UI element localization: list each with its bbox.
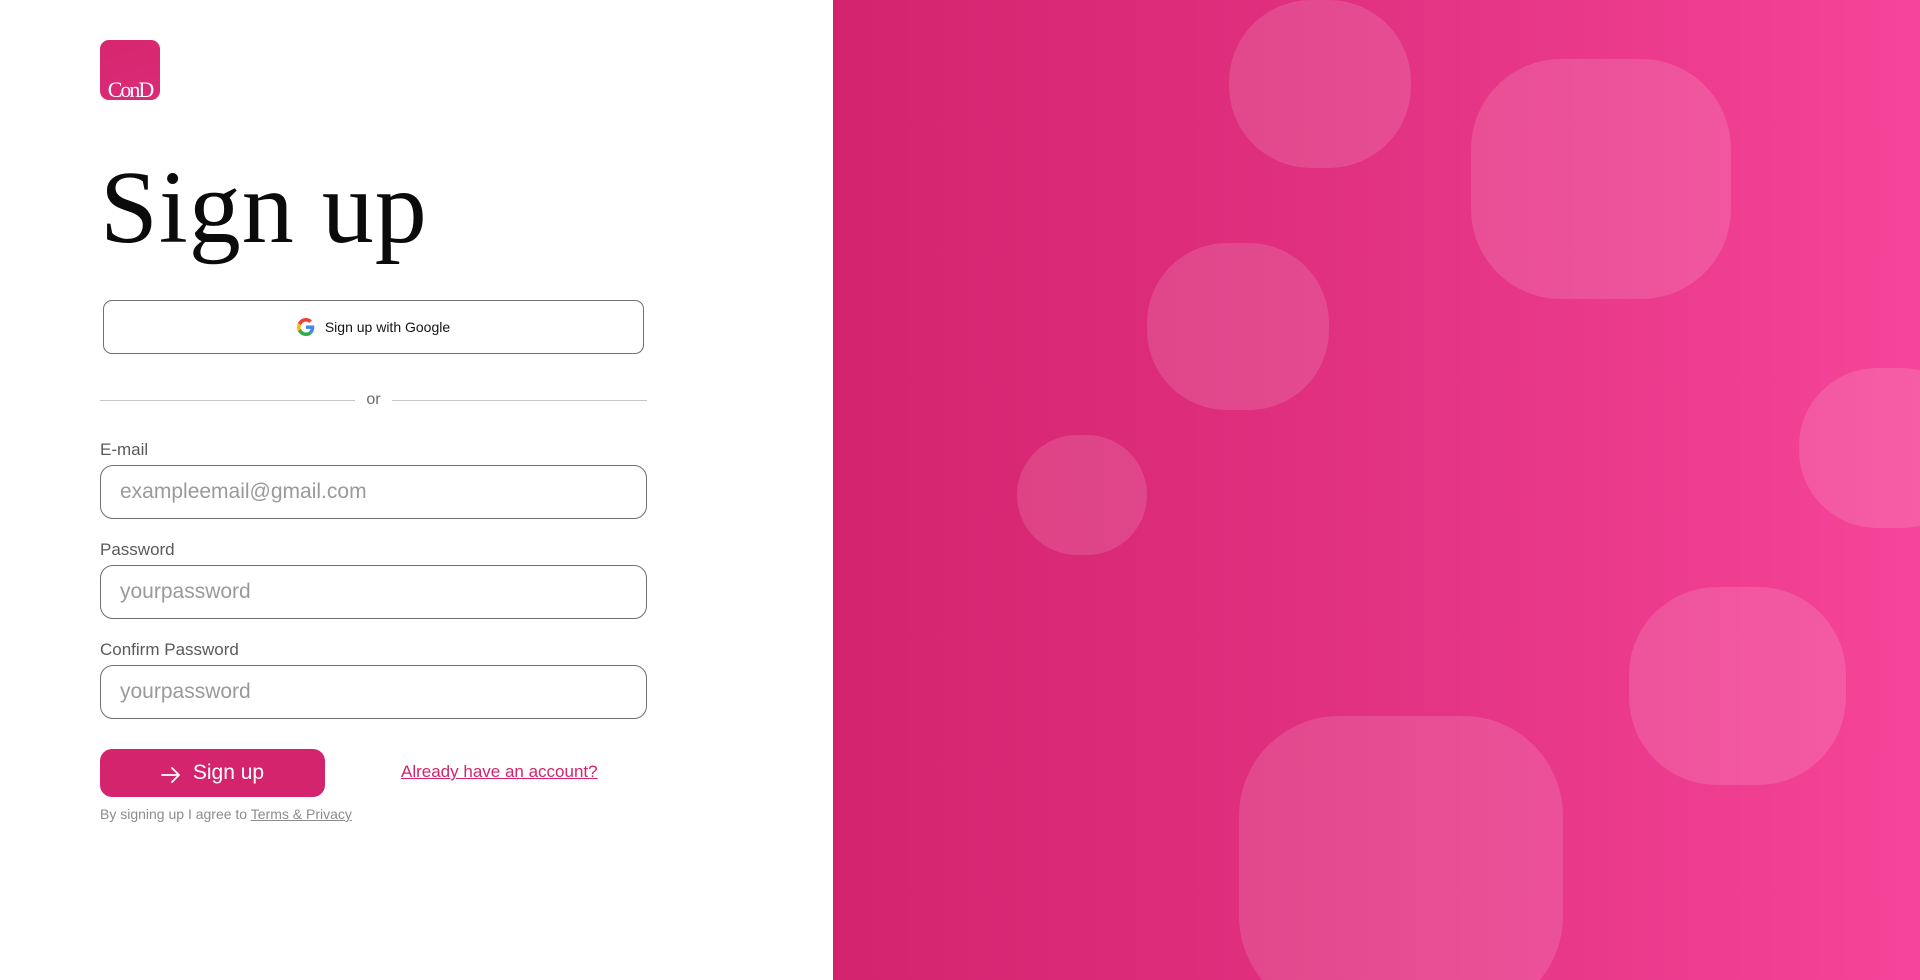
confirm-password-label: Confirm Password bbox=[100, 640, 239, 659]
divider-text: or bbox=[366, 391, 381, 408]
signup-button-label: Sign up bbox=[192, 761, 265, 784]
decor-blob bbox=[1471, 59, 1731, 299]
decor-blob bbox=[1229, 0, 1411, 168]
google-icon bbox=[296, 318, 315, 336]
decor-blob bbox=[1799, 368, 1920, 528]
brand-logo: ConD bbox=[100, 40, 160, 100]
password-label: Password bbox=[100, 540, 175, 559]
or-divider: or bbox=[100, 388, 648, 412]
password-field[interactable] bbox=[100, 565, 647, 619]
google-signup-button[interactable]: Sign up with Google bbox=[103, 300, 644, 354]
decor-blob bbox=[1147, 243, 1329, 410]
decor-blob bbox=[1629, 587, 1846, 785]
signup-page: ConD Sign up Sign up with Google or E-ma… bbox=[0, 0, 1920, 980]
signup-form-panel: ConD Sign up Sign up with Google or E-ma… bbox=[0, 0, 833, 980]
email-field[interactable] bbox=[100, 465, 647, 519]
google-signup-label: Sign up with Google bbox=[324, 319, 451, 335]
terms-privacy-link[interactable]: Terms & Privacy bbox=[251, 806, 352, 822]
decor-blob bbox=[1017, 435, 1147, 555]
terms-prefix: By signing up I agree to bbox=[100, 806, 248, 822]
divider-line-left bbox=[100, 399, 356, 401]
page-title: Sign up bbox=[100, 150, 428, 265]
logo-text: ConD bbox=[107, 77, 155, 101]
divider-line-right bbox=[391, 399, 648, 401]
login-link[interactable]: Already have an account? bbox=[401, 762, 598, 782]
terms-notice: By signing up I agree to Terms & Privacy bbox=[100, 806, 352, 822]
decorative-panel bbox=[833, 0, 1920, 980]
email-label: E-mail bbox=[100, 440, 149, 459]
confirm-password-field[interactable] bbox=[100, 665, 647, 719]
arrow-right-icon bbox=[160, 765, 181, 783]
decor-blob bbox=[1239, 716, 1563, 980]
signup-button[interactable]: Sign up bbox=[100, 749, 325, 797]
